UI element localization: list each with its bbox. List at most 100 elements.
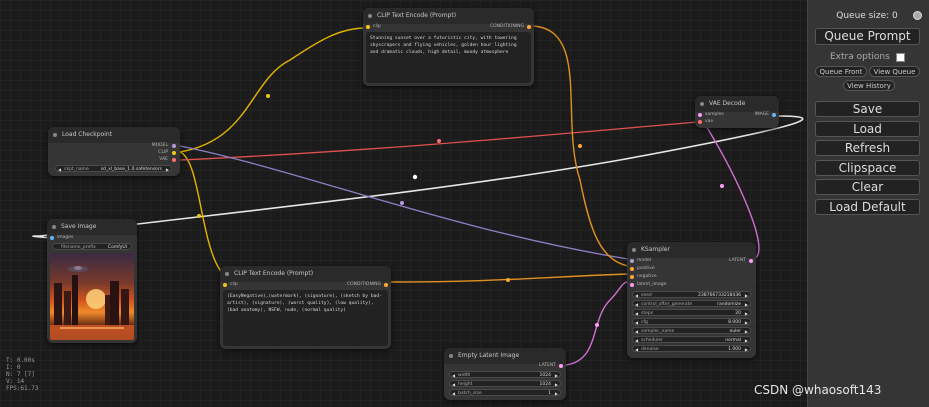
input-positive-dot[interactable] [630,267,634,271]
output-latent-dot[interactable] [749,259,753,263]
clipspace-button[interactable]: Clipspace [815,160,920,176]
settings-gear-icon[interactable] [913,11,922,20]
steps-widget[interactable]: ◀ steps 20 ▶ [632,309,751,316]
input-positive-label: positive [637,266,655,271]
output-image-dot[interactable] [772,113,776,117]
widget-value: normal [725,338,741,343]
widget-value: 238766733218436 [698,293,741,298]
stat-nodes: N: 7 [7] [6,371,35,378]
node-vae-decode[interactable]: VAE Decode samples vae IMAGE [695,96,779,128]
wire-cond-neg [389,273,629,283]
node-graph-canvas[interactable]: Load Checkpoint MODEL CLIP VAE ◀ ckpt_na… [0,0,929,407]
height-widget[interactable]: ◀ height 1024 ▶ [449,380,561,387]
input-clip-dot[interactable] [366,25,370,29]
arrow-right-icon[interactable]: ▶ [745,337,748,344]
arrow-left-icon[interactable]: ◀ [635,319,638,326]
output-vae-dot[interactable] [172,158,176,162]
output-latent-label: LATENT [728,258,746,263]
output-model-label: MODEL [151,143,168,148]
load-default-button[interactable]: Load Default [815,199,920,215]
input-latent-image-dot[interactable] [630,283,634,287]
output-image-preview[interactable] [50,253,134,340]
widget-label: seed [641,293,652,298]
node-clip-text-encode-negative[interactable]: CLIP Text Encode (Prompt) clip CONDITION… [220,266,391,349]
arrow-right-icon[interactable]: ▶ [745,319,748,326]
batch-size-widget[interactable]: ◀ batch_size 1 ▶ [449,389,561,396]
node-title[interactable]: CLIP Text Encode (Prompt) [363,8,534,24]
node-empty-latent-image[interactable]: Empty Latent Image LATENT ◀ width 1024 ▶… [444,348,566,400]
arrow-right-icon[interactable]: ▶ [745,346,748,353]
arrow-left-icon[interactable]: ◀ [452,390,455,397]
node-clip-text-encode-positive[interactable]: CLIP Text Encode (Prompt) clip CONDITION… [363,8,534,86]
arrow-left-icon[interactable]: ◀ [635,301,638,308]
arrow-right-icon[interactable]: ▶ [555,372,558,379]
width-widget[interactable]: ◀ width 1024 ▶ [449,371,561,378]
output-clip-dot[interactable] [172,151,176,155]
cfg-widget[interactable]: ◀ cfg 8.000 ▶ [632,318,751,325]
sampler-name-widget[interactable]: ◀ sampler_name euler ▶ [632,327,751,334]
control-after-generate-widget[interactable]: ◀ control_after_generate randomize ▶ [632,300,751,307]
widget-label: batch_size [458,391,482,396]
node-ksampler[interactable]: KSampler model positive negative latent_… [627,242,756,358]
arrow-left-icon[interactable]: ◀ [452,372,455,379]
node-title[interactable]: Load Checkpoint [48,127,180,143]
arrow-left-icon[interactable]: ◀ [58,166,61,173]
arrow-left-icon[interactable]: ◀ [635,337,638,344]
arrow-right-icon[interactable]: ▶ [745,328,748,335]
output-conditioning-dot[interactable] [527,25,531,29]
queue-prompt-button[interactable]: Queue Prompt [815,28,920,45]
arrow-right-icon[interactable]: ▶ [745,301,748,308]
node-title[interactable]: Empty Latent Image [444,348,566,364]
widget-value: 1.000 [728,347,741,352]
output-conditioning-dot[interactable] [384,283,388,287]
refresh-button[interactable]: Refresh [815,140,920,156]
wire-latent-out [699,115,760,259]
input-model-dot[interactable] [630,259,634,263]
input-vae-dot[interactable] [698,120,702,124]
arrow-left-icon[interactable]: ◀ [635,310,638,317]
arrow-right-icon[interactable]: ▶ [166,166,169,173]
view-history-button[interactable]: View History [843,80,895,91]
prompt-textarea[interactable]: (EasyNegative),(watermark), (signature),… [223,290,388,346]
ckpt-name-combo[interactable]: ◀ ckpt_name sd_xl_base_1.0.safetensors ▶ [55,165,172,172]
arrow-right-icon[interactable]: ▶ [555,390,558,397]
output-conditioning-label: CONDITIONING [489,24,524,29]
node-title[interactable]: KSampler [627,242,756,258]
node-title[interactable]: CLIP Text Encode (Prompt) [220,266,391,282]
arrow-left-icon[interactable]: ◀ [452,381,455,388]
filename-prefix-field[interactable]: filename_prefix ComfyUI [52,243,132,250]
input-images-dot[interactable] [50,236,54,240]
seed-widget[interactable]: ◀ seed 238766733218436 ▶ [632,291,751,298]
node-title[interactable]: Save Image [47,219,137,235]
node-load-checkpoint[interactable]: Load Checkpoint MODEL CLIP VAE ◀ ckpt_na… [48,127,180,176]
node-title[interactable]: VAE Decode [695,96,779,112]
arrow-right-icon[interactable]: ▶ [555,381,558,388]
prompt-textarea[interactable]: Stunning sunset over a futuristic city, … [366,32,531,83]
stat-fps: FPS:61.73 [6,385,39,392]
input-vae-label: vae [705,119,714,124]
scheduler-widget[interactable]: ◀ scheduler normal ▶ [632,336,751,343]
widget-label: scheduler [641,338,664,343]
input-model-label: model [637,258,652,263]
wire-vae [179,121,699,161]
load-button[interactable]: Load [815,121,920,137]
save-button[interactable]: Save [815,101,920,117]
arrow-left-icon[interactable]: ◀ [635,328,638,335]
output-conditioning-label: CONDITIONING [346,282,381,287]
output-latent-dot[interactable] [559,364,563,368]
arrow-right-icon[interactable]: ▶ [745,310,748,317]
input-clip-dot[interactable] [223,283,227,287]
input-samples-dot[interactable] [698,113,702,117]
node-save-image[interactable]: Save Image images filename_prefix ComfyU… [47,219,137,343]
input-negative-dot[interactable] [630,275,634,279]
queue-front-button[interactable]: Queue Front [815,66,867,77]
extra-options-checkbox[interactable] [896,53,905,62]
arrow-right-icon[interactable]: ▶ [745,292,748,299]
view-queue-button[interactable]: View Queue [869,66,920,77]
output-model-dot[interactable] [172,144,176,148]
clear-button[interactable]: Clear [815,179,920,195]
widget-label: steps [641,311,654,316]
arrow-left-icon[interactable]: ◀ [635,292,638,299]
denoise-widget[interactable]: ◀ denoise 1.000 ▶ [632,345,751,352]
arrow-left-icon[interactable]: ◀ [635,346,638,353]
